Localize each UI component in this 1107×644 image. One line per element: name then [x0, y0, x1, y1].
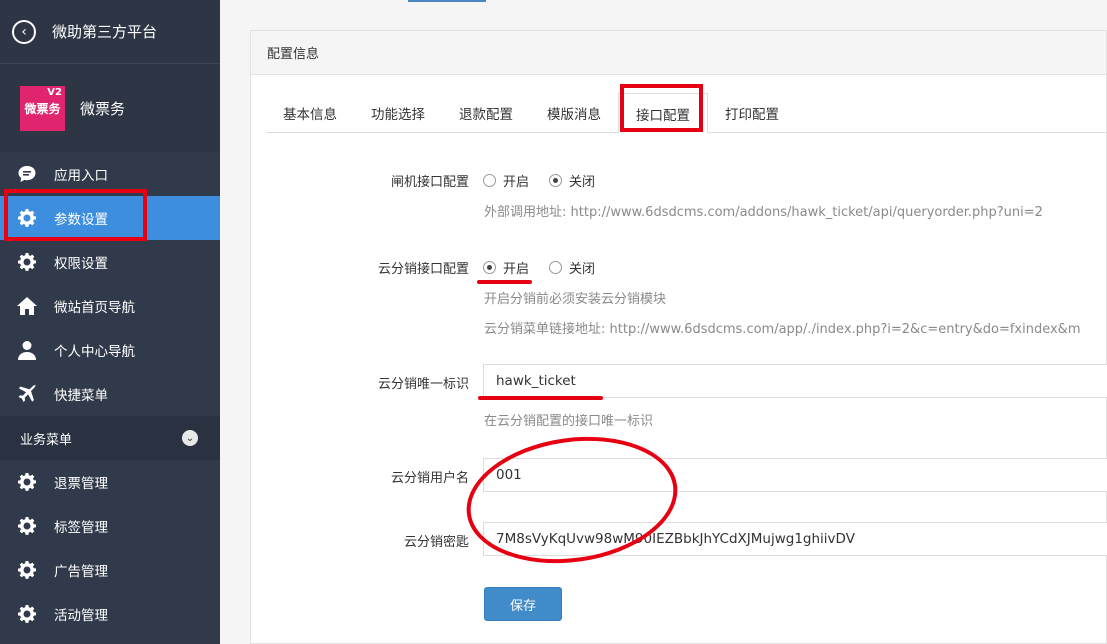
tab-feature-select[interactable]: 功能选择 [354, 93, 442, 133]
app-logo: V2 微票务 [20, 85, 65, 131]
sidebar-item-label: 标签管理 [54, 520, 108, 536]
sidebar-item-label: 微站首页导航 [54, 300, 135, 316]
annotation-box-params [4, 189, 147, 241]
section-label: 业务菜单 [20, 432, 73, 448]
sidebar-item-label: 退票管理 [54, 476, 108, 492]
app-header: V2 微票务 微票务 [0, 64, 220, 152]
sidebar-item-label: 广告管理 [54, 564, 108, 580]
platform-title: 微助第三方平台 [52, 23, 158, 41]
annotation-underline-id [478, 396, 603, 400]
sidebar-item-tags[interactable]: 标签管理 [0, 504, 220, 548]
sidebar-item-refund[interactable]: 退票管理 [0, 460, 220, 504]
home-icon [16, 295, 38, 317]
cloud-help-module: 开启分销前必须安装云分销模块 [484, 292, 667, 307]
annotation-underline-on [477, 280, 532, 284]
sidebar: ‹ 微助第三方平台 V2 微票务 微票务 应用入口 参数设置 权限设置 微站首页… [0, 0, 220, 644]
chat-icon [16, 163, 38, 185]
cloud-option-on[interactable]: 开启 [483, 258, 529, 277]
plane-icon [16, 383, 38, 405]
top-tab-indicator [408, 0, 486, 2]
logo-text: 微票务 [24, 101, 61, 116]
cloud-config-label: 云分销接口配置 [377, 262, 469, 277]
user-icon [16, 339, 38, 361]
cloud-option-off[interactable]: 关闭 [549, 258, 595, 277]
gear-icon [16, 251, 38, 273]
sidebar-item-label: 权限设置 [54, 256, 108, 272]
logo-badge: V2 [47, 86, 62, 98]
panel-header: 配置信息 [251, 31, 1106, 75]
tab-refund-config[interactable]: 退款配置 [442, 93, 530, 133]
gear-icon [16, 471, 38, 493]
gate-config-label: 闸机接口配置 [390, 175, 469, 190]
tab-print-config[interactable]: 打印配置 [708, 93, 796, 133]
sidebar-item-activities[interactable]: 活动管理 [0, 592, 220, 636]
radio-button[interactable] [549, 174, 563, 187]
option-label: 开启 [503, 175, 530, 190]
gate-radio-group: 开启 关闭 [483, 171, 615, 190]
chevron-down-icon[interactable]: ⌄ [182, 430, 198, 446]
sidebar-item-label: 应用入口 [54, 168, 108, 184]
sidebar-item-label: 活动管理 [54, 608, 108, 624]
secret-label: 云分销密匙 [403, 535, 469, 550]
sidebar-header: ‹ 微助第三方平台 [0, 0, 220, 64]
option-label: 关闭 [569, 175, 596, 190]
sidebar-item-ads[interactable]: 广告管理 [0, 548, 220, 592]
business-menu-section[interactable]: 业务菜单 ⌄ [0, 416, 220, 460]
radio-button[interactable] [483, 174, 496, 187]
panel-title: 配置信息 [267, 47, 320, 62]
radio-button[interactable] [483, 261, 496, 274]
sidebar-item-home-nav[interactable]: 微站首页导航 [0, 284, 220, 328]
gear-icon [16, 559, 38, 581]
sidebar-item-user-nav[interactable]: 个人中心导航 [0, 328, 220, 372]
unique-id-help: 在云分销配置的接口唯一标识 [484, 414, 654, 429]
gear-icon [16, 603, 38, 625]
cloud-radio-group: 开启 关闭 [483, 258, 615, 277]
app-name: 微票务 [80, 99, 126, 118]
sidebar-item-shortcut-menu[interactable]: 快捷菜单 [0, 372, 220, 416]
save-button[interactable]: 保存 [484, 587, 562, 621]
gear-icon [16, 515, 38, 537]
sidebar-item-label: 快捷菜单 [54, 388, 108, 404]
username-label: 云分销用户名 [390, 471, 469, 486]
radio-button[interactable] [549, 261, 563, 274]
annotation-box-api-tab [620, 84, 703, 132]
tab-template-message[interactable]: 模版消息 [530, 93, 618, 133]
gate-help-url: 外部调用地址: http://www.6dsdcms.com/addons/ha… [484, 205, 1043, 220]
option-label: 关闭 [569, 262, 596, 277]
unique-id-input[interactable]: hawk_ticket [483, 364, 1107, 398]
sidebar-item-permissions[interactable]: 权限设置 [0, 240, 220, 284]
option-label: 开启 [503, 262, 530, 277]
gate-option-on[interactable]: 开启 [483, 171, 529, 190]
cloud-help-url: 云分销菜单链接地址: http://www.6dsdcms.com/app/./… [484, 322, 1081, 337]
back-icon[interactable]: ‹ [12, 19, 36, 44]
gate-option-off[interactable]: 关闭 [549, 171, 595, 190]
sidebar-item-label: 个人中心导航 [54, 344, 135, 360]
unique-id-label: 云分销唯一标识 [377, 377, 469, 392]
tab-basic-info[interactable]: 基本信息 [266, 93, 354, 133]
